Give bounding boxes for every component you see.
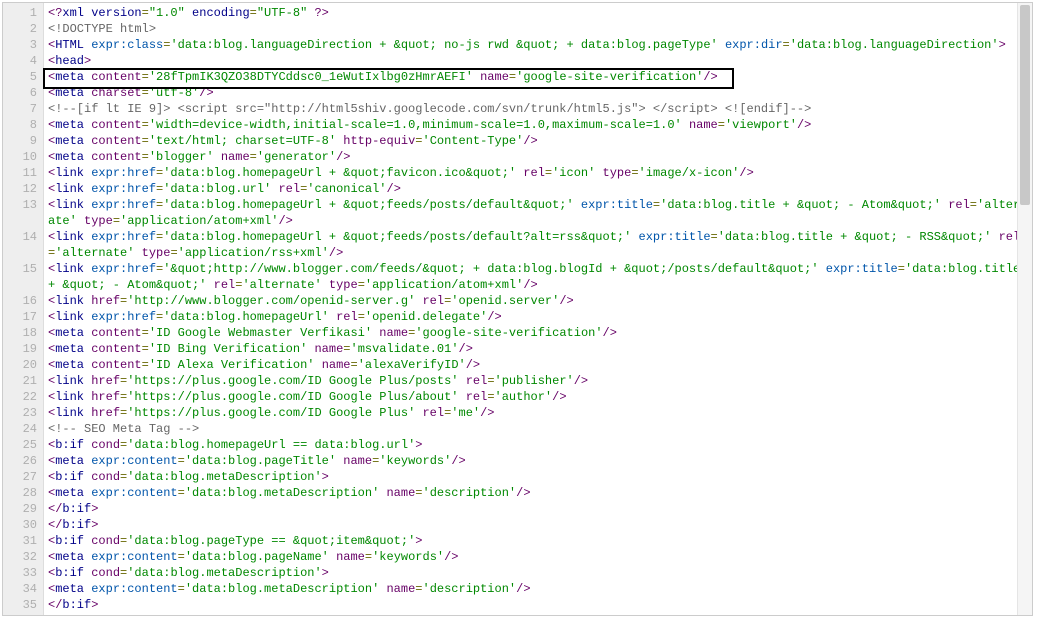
code-line[interactable]: <link expr:href='data:blog.url' rel='can… [48,181,1028,197]
line-number: 1 [7,5,37,21]
scrollbar-thumb[interactable] [1020,5,1030,205]
line-number: 17 [7,309,37,325]
code-line[interactable]: <meta charset='utf-8'/> [48,85,1028,101]
code-line[interactable]: <link href='https://plus.google.com/ID G… [48,389,1028,405]
code-line[interactable]: <meta content='text/html; charset=UTF-8'… [48,133,1028,149]
line-number: 21 [7,373,37,389]
line-number: 32 [7,549,37,565]
code-line[interactable]: <link expr:href='data:blog.homepageUrl +… [48,229,1028,261]
line-number: 15 [7,261,37,277]
code-line[interactable]: <link expr:href='&quot;http://www.blogge… [48,261,1028,293]
code-line[interactable]: <link expr:href='data:blog.homepageUrl +… [48,197,1028,229]
code-line[interactable]: <b:if cond='data:blog.homepageUrl == dat… [48,437,1028,453]
code-line[interactable]: <b:if cond='data:blog.metaDescription'> [48,565,1028,581]
code-line[interactable]: <b:if cond='data:blog.pageType == &quot;… [48,533,1028,549]
code-editor[interactable]: 1234567891011121314151617181920212223242… [2,2,1033,616]
line-number: 29 [7,501,37,517]
code-line[interactable]: <link href='https://plus.google.com/ID G… [48,405,1028,421]
code-line[interactable]: <meta content='width=device-width,initia… [48,117,1028,133]
line-number: 11 [7,165,37,181]
line-number: 34 [7,581,37,597]
line-number: 26 [7,453,37,469]
code-line[interactable]: </b:if> [48,501,1028,517]
line-number: 10 [7,149,37,165]
line-number-continuation [7,277,37,293]
line-number: 16 [7,293,37,309]
line-number: 7 [7,101,37,117]
code-line[interactable]: <meta content='ID Alexa Verification' na… [48,357,1028,373]
code-line[interactable]: <meta expr:content='data:blog.pageName' … [48,549,1028,565]
code-line[interactable]: <meta expr:content='data:blog.pageTitle'… [48,453,1028,469]
code-line[interactable]: </b:if> [48,597,1028,613]
line-number: 9 [7,133,37,149]
line-number-continuation [7,245,37,261]
line-number: 22 [7,389,37,405]
line-number: 35 [7,597,37,613]
code-area[interactable]: <?xml version="1.0" encoding="UTF-8" ?><… [44,3,1032,615]
code-line[interactable]: </b:if> [48,517,1028,533]
line-number: 4 [7,53,37,69]
code-line[interactable]: <?xml version="1.0" encoding="UTF-8" ?> [48,5,1028,21]
code-line[interactable]: <link href='http://www.blogger.com/openi… [48,293,1028,309]
line-number: 27 [7,469,37,485]
code-line[interactable]: <b:if cond='data:blog.metaDescription'> [48,469,1028,485]
code-line[interactable]: <link expr:href='data:blog.homepageUrl +… [48,165,1028,181]
line-number: 3 [7,37,37,53]
code-line[interactable]: <meta content='ID Google Webmaster Verfi… [48,325,1028,341]
line-number: 25 [7,437,37,453]
line-number: 19 [7,341,37,357]
code-line[interactable]: <link href='https://plus.google.com/ID G… [48,373,1028,389]
line-number: 12 [7,181,37,197]
line-number: 23 [7,405,37,421]
line-number: 14 [7,229,37,245]
code-line[interactable]: <meta content='blogger' name='generator'… [48,149,1028,165]
line-number-continuation [7,213,37,229]
code-line[interactable]: <meta expr:content='data:blog.metaDescri… [48,581,1028,597]
code-line[interactable]: <!--[if lt IE 9]> <script src="http://ht… [48,101,1028,117]
line-number: 6 [7,85,37,101]
code-line[interactable]: <meta content='28fTpmIK3QZO38DTYCddsc0_1… [48,69,1028,85]
code-line[interactable]: <!-- SEO Meta Tag --> [48,421,1028,437]
code-line[interactable]: <link expr:href='data:blog.homepageUrl' … [48,309,1028,325]
line-number: 5 [7,69,37,85]
line-number: 31 [7,533,37,549]
code-line[interactable]: <head> [48,53,1028,69]
code-line[interactable]: <HTML expr:class='data:blog.languageDire… [48,37,1028,53]
line-number: 24 [7,421,37,437]
line-number: 33 [7,565,37,581]
code-line[interactable]: <meta expr:content='data:blog.metaDescri… [48,485,1028,501]
line-number: 2 [7,21,37,37]
line-number: 13 [7,197,37,213]
vertical-scrollbar[interactable] [1017,3,1032,615]
line-number: 20 [7,357,37,373]
line-number: 18 [7,325,37,341]
line-number: 8 [7,117,37,133]
line-number-gutter: 1234567891011121314151617181920212223242… [3,3,44,615]
code-line[interactable]: <!DOCTYPE html> [48,21,1028,37]
line-number: 28 [7,485,37,501]
line-number: 30 [7,517,37,533]
code-line[interactable]: <meta content='ID Bing Verification' nam… [48,341,1028,357]
